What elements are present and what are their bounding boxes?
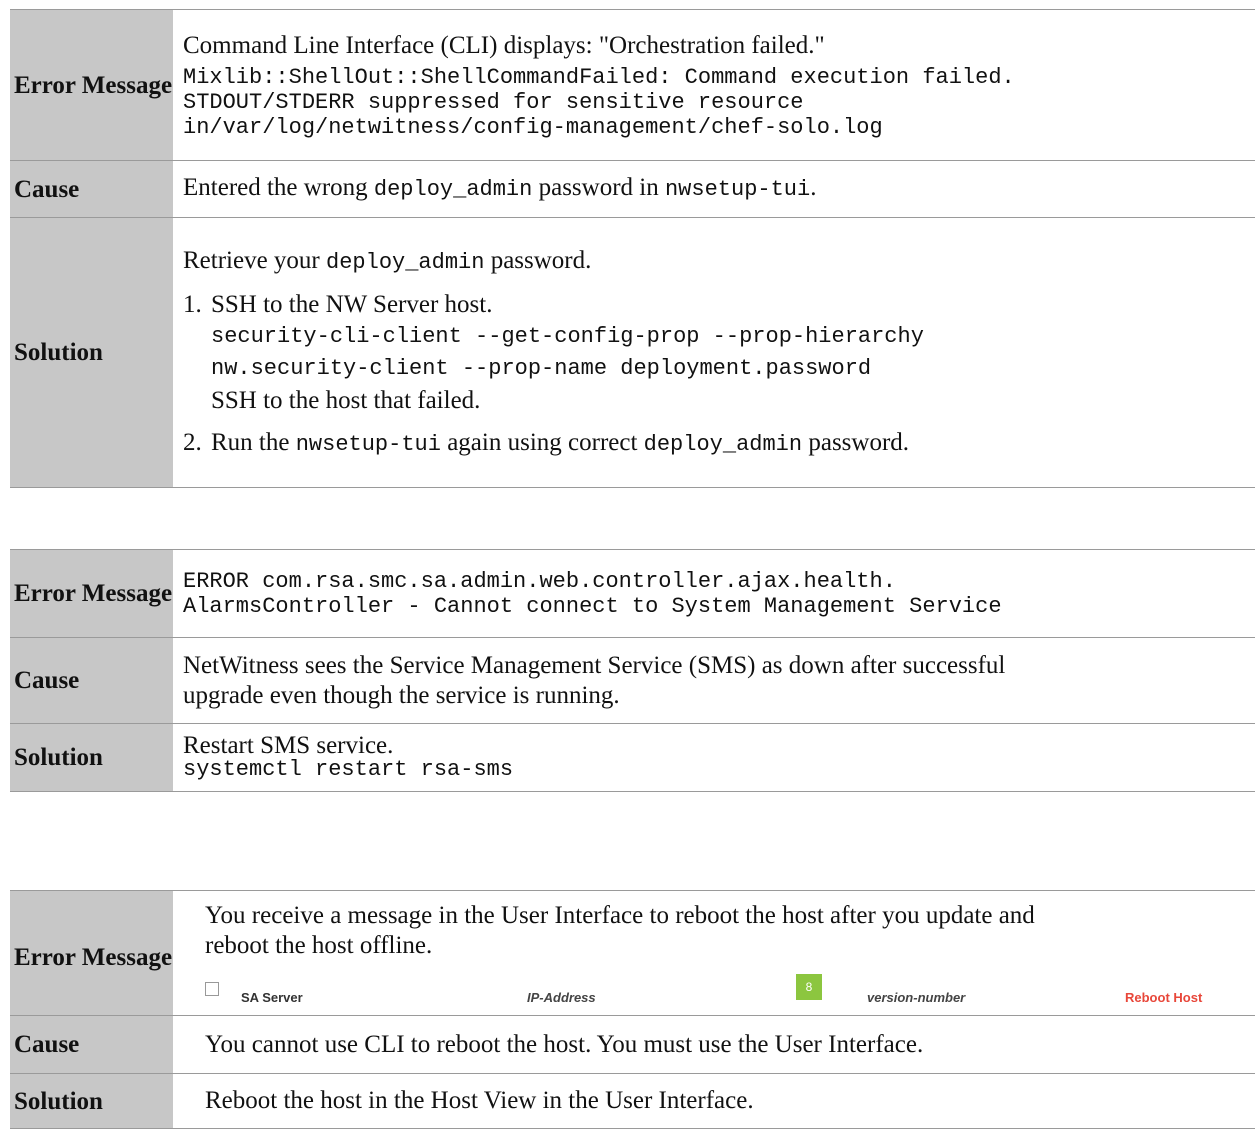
error-code-line: AlarmsController - Cannot connect to Sys… xyxy=(183,593,1002,619)
cause-cell: You cannot use CLI to reboot the host. Y… xyxy=(173,1015,1255,1074)
command-line: nw.security-client --prop-name deploymen… xyxy=(211,355,872,381)
solution-steps: 1. SSH to the NW Server host. security-c… xyxy=(183,289,1251,461)
version-number: version-number xyxy=(867,990,966,1005)
error-code-line: Mixlib::ShellOut::ShellCommandFailed: Co… xyxy=(183,64,1015,90)
error-table-orchestration: Error Message Command Line Interface (CL… xyxy=(10,9,1255,488)
code-nwsetup-tui: nwsetup-tui xyxy=(664,177,811,202)
error-table-sms: Error Message ERROR com.rsa.smc.sa.admin… xyxy=(10,549,1255,792)
error-message-text: Command Line Interface (CLI) displays: "… xyxy=(183,31,825,59)
error-message-label: Error Message xyxy=(10,9,173,161)
command-line: systemctl restart rsa-sms xyxy=(183,756,514,782)
solution-step: 2. Run the nwsetup-tui again using corre… xyxy=(183,428,910,457)
status-badge: 8 xyxy=(796,974,822,1000)
error-code-line: ERROR com.rsa.smc.sa.admin.web.controlle… xyxy=(183,568,896,594)
error-message-cell: You receive a message in the User Interf… xyxy=(173,890,1255,1016)
command-line: security-cli-client --get-config-prop --… xyxy=(211,323,924,349)
host-name: SA Server xyxy=(241,990,303,1005)
error-code-line: STDOUT/STDERR suppressed for sensitive r… xyxy=(183,89,804,115)
solution-cell: Reboot the host in the Host View in the … xyxy=(173,1073,1255,1129)
cause-cell: Entered the wrong deploy_admin password … xyxy=(173,160,1255,218)
solution-intro: Retrieve your deploy_admin password. xyxy=(183,246,592,275)
cause-label: Cause xyxy=(10,1015,173,1074)
host-row-screenshot: SA Server IP-Address 8 version-number Re… xyxy=(205,971,1251,1011)
code-deploy-admin: deploy_admin xyxy=(373,177,533,202)
error-code-block: ERROR com.rsa.smc.sa.admin.web.controlle… xyxy=(183,569,1251,619)
solution-label: Solution xyxy=(10,723,173,792)
cause-cell: NetWitness sees the Service Management S… xyxy=(173,637,1255,724)
error-message-cell: ERROR com.rsa.smc.sa.admin.web.controlle… xyxy=(173,549,1255,638)
solution-step: 1. SSH to the NW Server host. security-c… xyxy=(183,289,1251,417)
error-code-block: Mixlib::ShellOut::ShellCommandFailed: Co… xyxy=(183,65,1251,140)
error-code-line: in/var/log/netwitness/config-management/… xyxy=(183,114,883,140)
solution-label: Solution xyxy=(10,1073,173,1129)
solution-label: Solution xyxy=(10,217,173,488)
error-message-cell: Command Line Interface (CLI) displays: "… xyxy=(173,9,1255,161)
error-message-label: Error Message xyxy=(10,549,173,638)
solution-cell: Retrieve your deploy_admin password. 1. … xyxy=(173,217,1255,488)
reboot-host-link[interactable]: Reboot Host xyxy=(1125,983,1202,1013)
checkbox[interactable] xyxy=(205,982,219,996)
solution-cell: Restart SMS service. systemctl restart r… xyxy=(173,723,1255,792)
error-message-label: Error Message xyxy=(10,890,173,1016)
cause-label: Cause xyxy=(10,160,173,218)
cause-label: Cause xyxy=(10,637,173,724)
error-table-reboot: Error Message You receive a message in t… xyxy=(10,890,1255,1129)
ip-address: IP-Address xyxy=(527,990,596,1005)
